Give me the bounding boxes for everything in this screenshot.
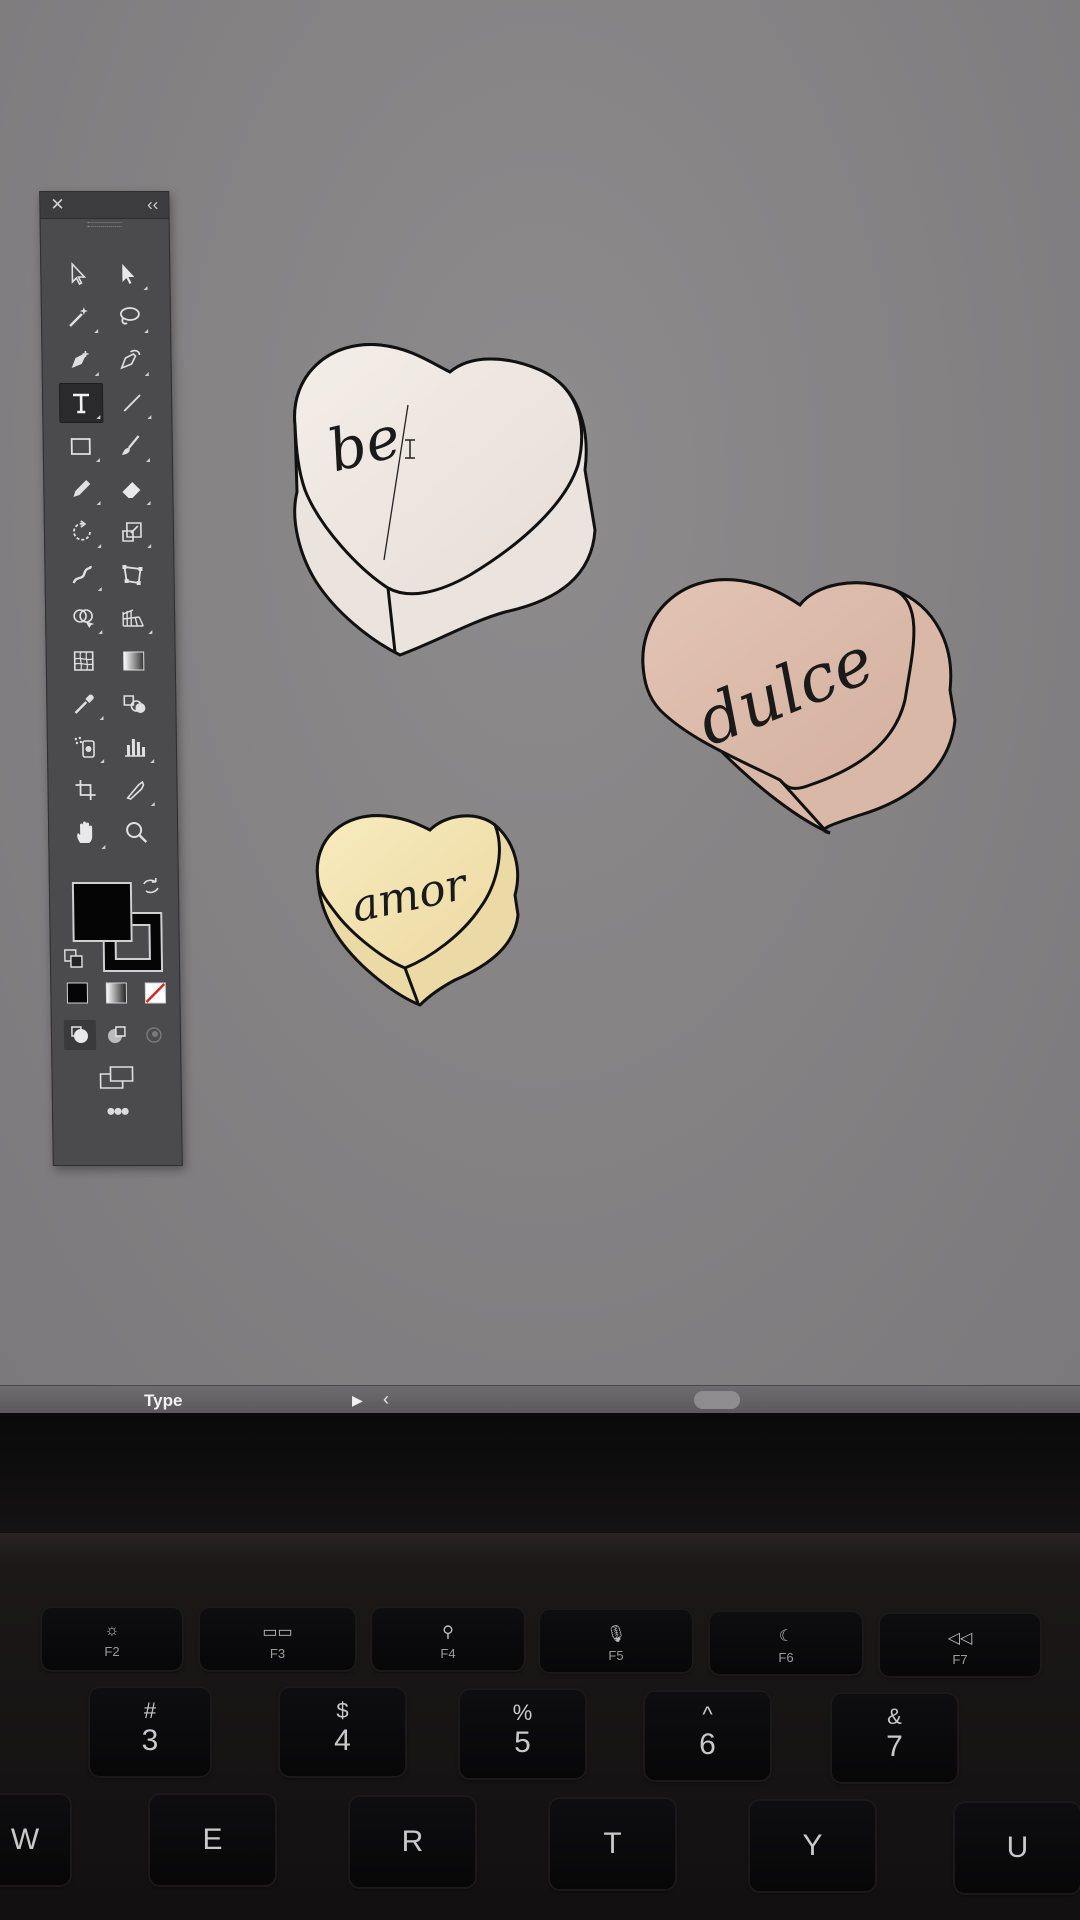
key-5: % 5 bbox=[460, 1690, 585, 1778]
moon-icon: ☾ bbox=[778, 1628, 794, 1645]
f5-key: 🎙 F5 bbox=[540, 1610, 692, 1672]
key-w: W bbox=[0, 1795, 70, 1885]
status-tool-label[interactable]: Type bbox=[144, 1391, 182, 1411]
key-e: E bbox=[150, 1795, 275, 1885]
heart-yellow[interactable]: amor bbox=[315, 814, 520, 1007]
panel-header: ✕ ‹‹ bbox=[40, 192, 169, 219]
selection-tool-icon[interactable] bbox=[57, 255, 100, 293]
mesh-tool-icon[interactable] bbox=[62, 642, 105, 680]
collapse-panel-icon[interactable]: ‹‹ bbox=[147, 195, 159, 215]
curvature-tool-icon[interactable] bbox=[108, 341, 151, 379]
status-chevron-icon[interactable]: ‹ bbox=[383, 1389, 389, 1410]
free-transform-tool-icon[interactable] bbox=[111, 556, 154, 594]
brightness-icon: ☼ bbox=[104, 1622, 120, 1639]
key-3: # 3 bbox=[90, 1688, 210, 1776]
color-mode-row bbox=[63, 979, 169, 1007]
panel-grip[interactable] bbox=[41, 219, 169, 229]
key-6: ^ 6 bbox=[645, 1692, 770, 1780]
f4-key: ⚲ F4 bbox=[372, 1608, 524, 1670]
key-7: & 7 bbox=[832, 1694, 957, 1782]
line-segment-tool-icon[interactable] bbox=[111, 384, 154, 422]
horizontal-scrollbar-thumb[interactable] bbox=[694, 1391, 740, 1409]
mission-control-icon: ▭▭ bbox=[262, 1624, 293, 1641]
scale-tool-icon[interactable] bbox=[111, 513, 154, 551]
close-panel-icon[interactable]: ✕ bbox=[50, 195, 65, 215]
heart-pink[interactable]: dulce bbox=[641, 578, 957, 835]
microphone-icon: 🎙 bbox=[605, 1626, 627, 1643]
tools-panel: ✕ ‹‹ ••• bbox=[39, 191, 183, 1166]
status-menu-arrow-icon[interactable]: ▶ bbox=[352, 1392, 363, 1409]
eyedropper-tool-icon[interactable] bbox=[63, 685, 106, 723]
key-u: U bbox=[955, 1803, 1080, 1893]
eraser-tool-icon[interactable] bbox=[110, 470, 153, 508]
slice-tool-icon[interactable] bbox=[114, 771, 157, 809]
blend-tool-icon[interactable] bbox=[113, 685, 156, 723]
draw-mode-row bbox=[63, 1020, 170, 1050]
spotlight-icon: ⚲ bbox=[442, 1624, 454, 1641]
draw-normal-icon[interactable] bbox=[63, 1020, 97, 1050]
rectangle-tool-icon[interactable] bbox=[59, 427, 102, 465]
f2-key: ☼ F2 bbox=[42, 1608, 182, 1670]
laptop-keyboard: ☼ F2 ▭▭ F3 ⚲ F4 🎙 F5 ☾ F6 ◁◁ F7 # 3 $ 4 … bbox=[0, 1533, 1080, 1920]
perspective-grid-tool-icon[interactable] bbox=[112, 599, 155, 637]
key-r: R bbox=[350, 1797, 475, 1887]
swap-fill-stroke-icon[interactable] bbox=[140, 876, 162, 898]
key-4: $ 4 bbox=[280, 1688, 405, 1776]
illustrator-screen: be dulce amor ✕ ‹‹ ••• bbox=[0, 0, 1080, 1385]
heart-cream[interactable]: be bbox=[293, 343, 597, 657]
fill-stroke-controls bbox=[62, 870, 164, 972]
f7-key: ◁◁ F7 bbox=[880, 1614, 1040, 1676]
gradient-icon[interactable] bbox=[102, 979, 130, 1007]
default-fill-stroke-icon[interactable] bbox=[63, 948, 85, 970]
change-screen-mode-icon[interactable] bbox=[94, 1062, 138, 1092]
color-icon[interactable] bbox=[63, 979, 91, 1007]
key-t: T bbox=[550, 1799, 675, 1889]
pen-tool-icon[interactable] bbox=[58, 341, 101, 379]
lasso-tool-icon[interactable] bbox=[108, 298, 151, 336]
fill-swatch[interactable] bbox=[71, 882, 133, 942]
none-icon[interactable] bbox=[141, 979, 169, 1007]
shape-builder-tool-icon[interactable] bbox=[62, 599, 105, 637]
gradient-tool-icon[interactable] bbox=[112, 642, 155, 680]
warp-tool-icon[interactable] bbox=[61, 556, 104, 594]
laptop-bezel bbox=[0, 1413, 1080, 1533]
key-y: Y bbox=[750, 1801, 875, 1891]
f3-key: ▭▭ F3 bbox=[200, 1608, 355, 1670]
pencil-tool-icon[interactable] bbox=[60, 470, 103, 508]
paintbrush-tool-icon[interactable] bbox=[109, 427, 152, 465]
draw-behind-icon[interactable] bbox=[101, 1020, 133, 1050]
rewind-icon: ◁◁ bbox=[947, 1630, 973, 1647]
rotate-tool-icon[interactable] bbox=[61, 513, 104, 551]
f6-key: ☾ F6 bbox=[710, 1612, 862, 1674]
column-graph-tool-icon[interactable] bbox=[114, 728, 157, 766]
hand-tool-icon[interactable] bbox=[65, 814, 108, 852]
artboard-tool-icon[interactable] bbox=[64, 771, 107, 809]
type-tool-icon[interactable] bbox=[58, 382, 104, 423]
zoom-tool-icon[interactable] bbox=[115, 814, 158, 852]
tool-grid bbox=[57, 252, 165, 854]
status-bar: Type ▶ ‹ bbox=[0, 1385, 1080, 1414]
direct-selection-tool-icon[interactable] bbox=[107, 255, 150, 293]
magic-wand-tool-icon[interactable] bbox=[58, 298, 101, 336]
edit-toolbar-more-icon[interactable]: ••• bbox=[95, 1096, 139, 1130]
draw-inside-icon[interactable] bbox=[138, 1020, 170, 1050]
symbol-sprayer-tool-icon[interactable] bbox=[64, 728, 107, 766]
